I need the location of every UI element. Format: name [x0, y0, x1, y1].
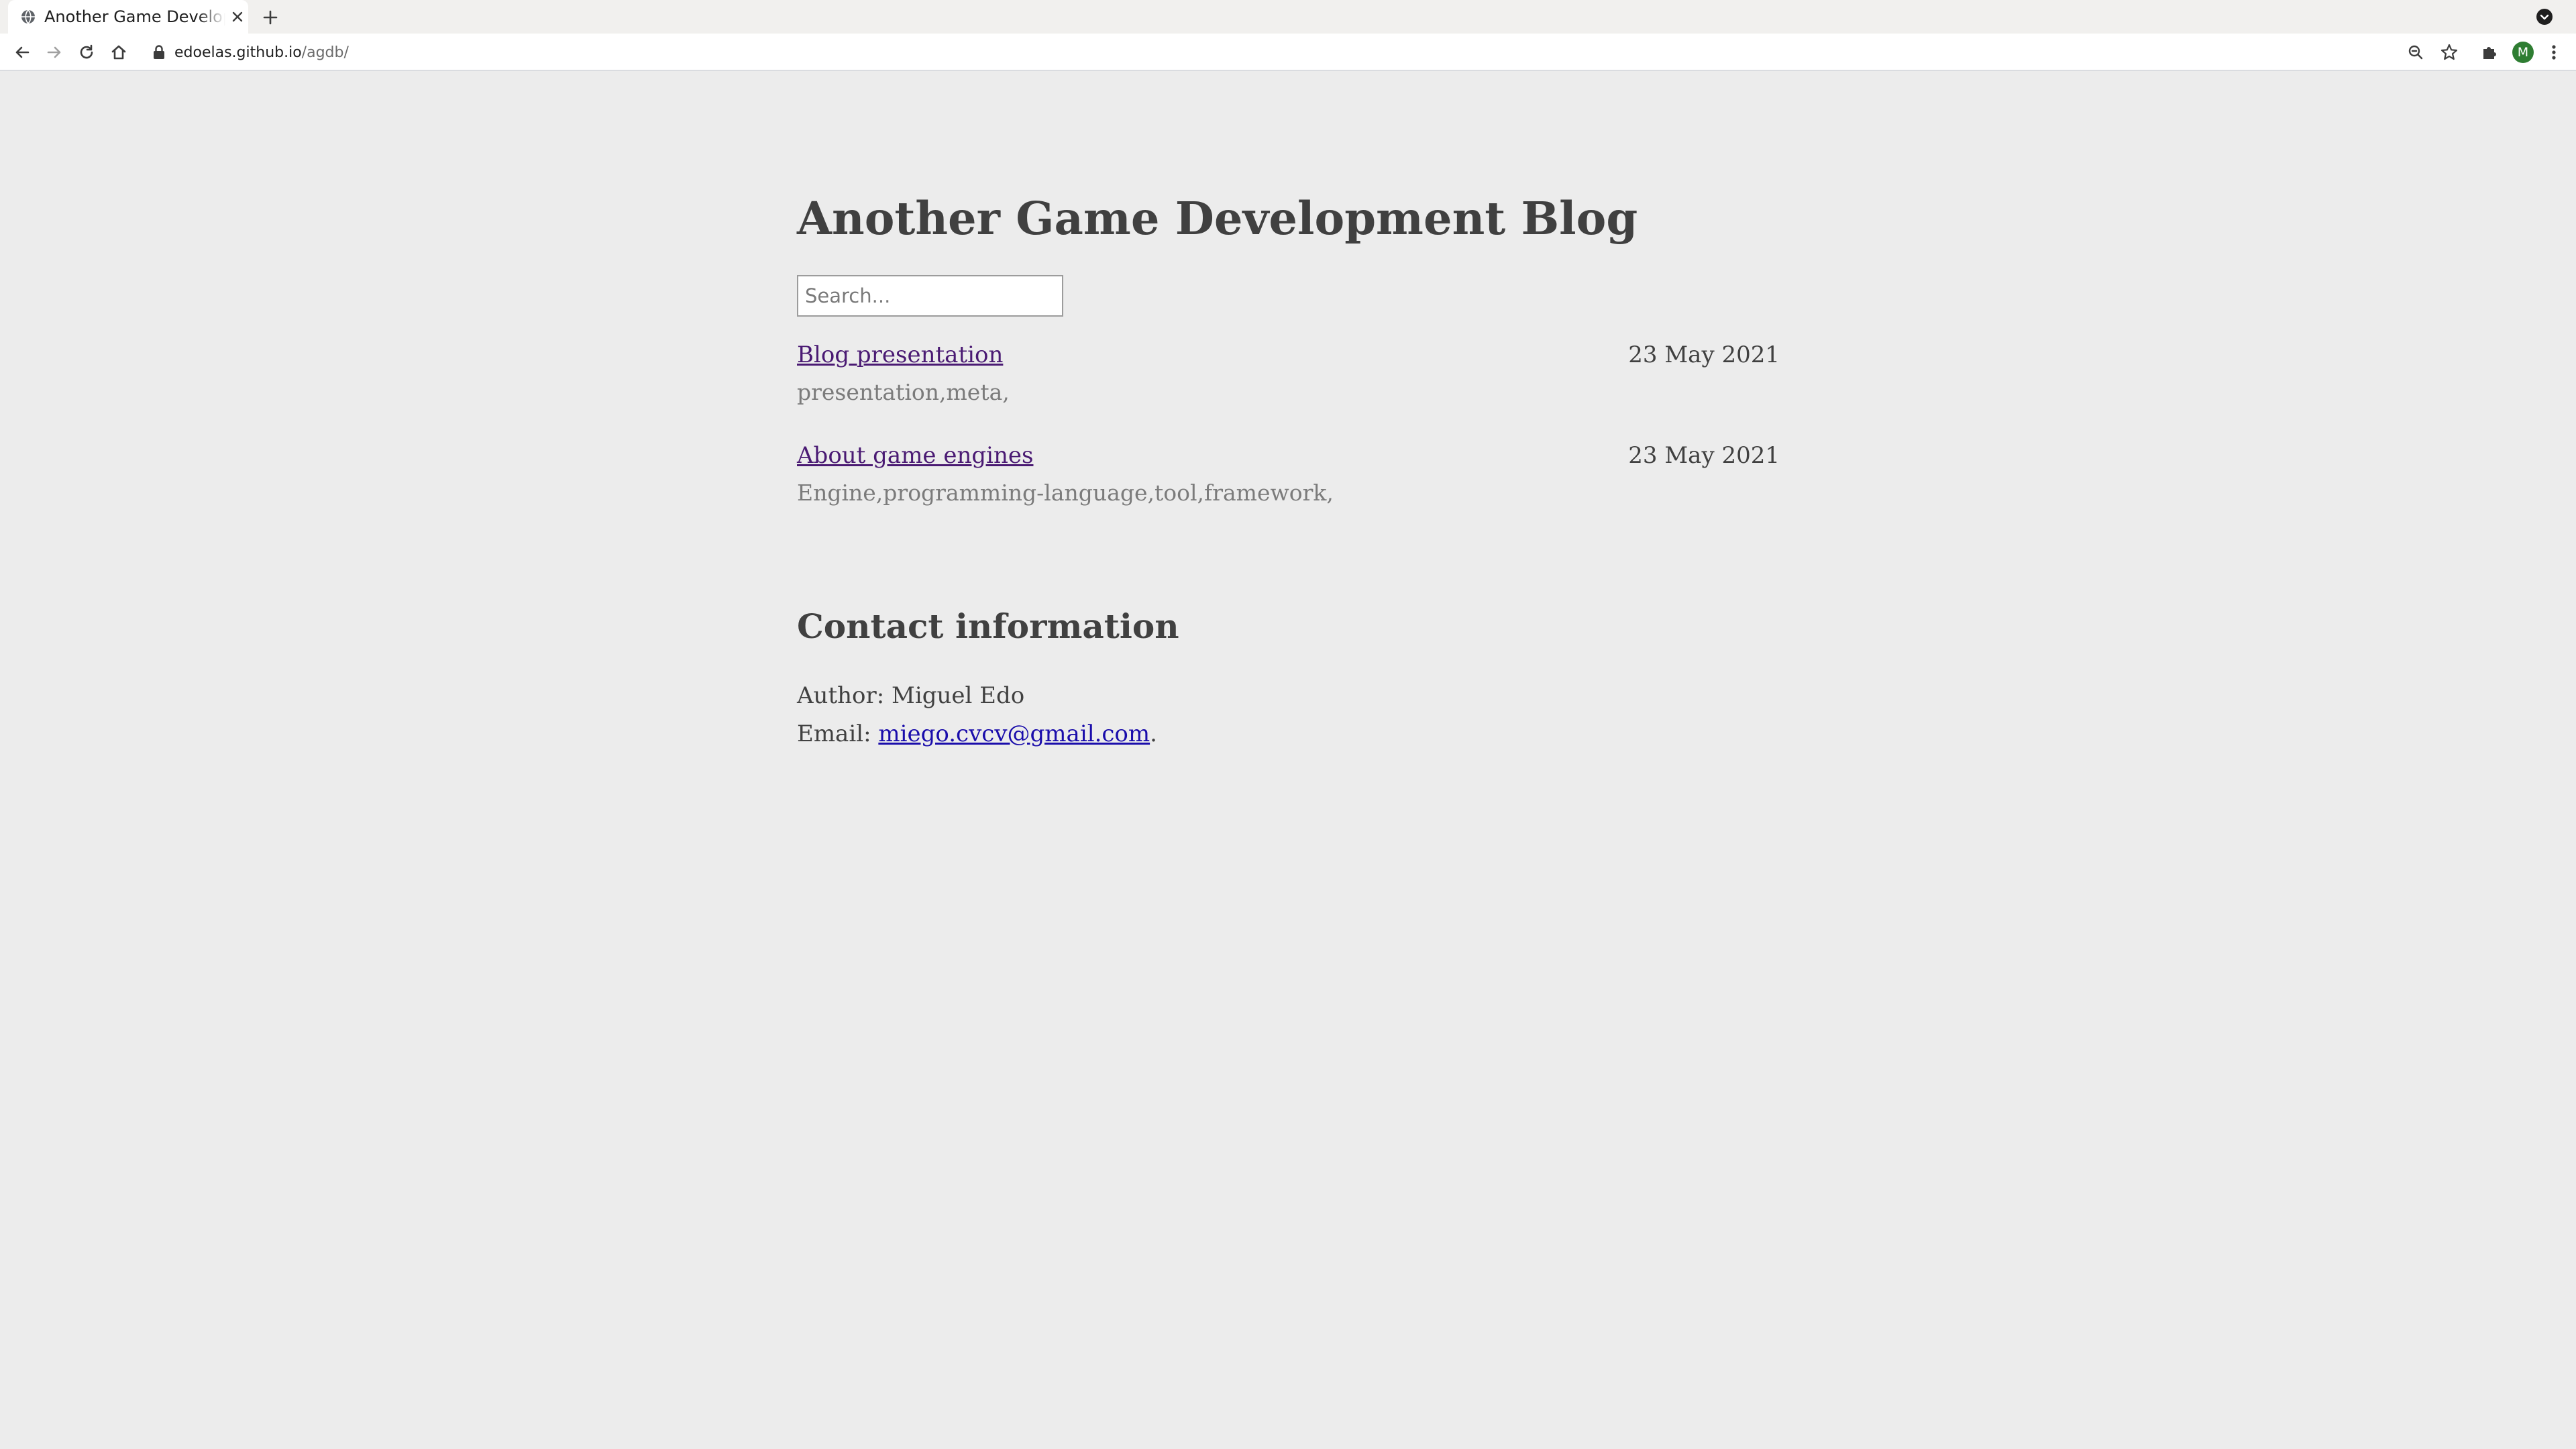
- address-bar[interactable]: [142, 37, 2410, 68]
- post-tags: Engine,programming-language,tool,framewo…: [797, 480, 1334, 506]
- home-icon[interactable]: [109, 42, 129, 62]
- author-name: Miguel Edo: [892, 682, 1025, 709]
- email-label: Email:: [797, 720, 871, 747]
- page-title: Another Game Development Blog: [797, 192, 1638, 245]
- search-input[interactable]: [797, 275, 1063, 317]
- globe-icon: [21, 9, 35, 24]
- url-path: /agdb/: [301, 44, 349, 61]
- kebab-menu-icon[interactable]: [2544, 42, 2564, 62]
- tab-title: Another Game Development Blog: [44, 7, 225, 26]
- author-line: Author: Miguel Edo: [797, 680, 1024, 711]
- email-suffix: .: [1150, 720, 1157, 747]
- post-date: 23 May 2021: [1628, 341, 1780, 368]
- profile-avatar[interactable]: M: [2512, 42, 2534, 63]
- url-host: edoelas.github.io: [174, 44, 302, 61]
- arrow-right-icon[interactable]: [44, 42, 64, 62]
- post-list-item: Blog presentation 23 May 2021 presentati…: [797, 339, 1780, 420]
- lock-icon[interactable]: [152, 44, 166, 60]
- chevron-down-circle-icon[interactable]: [2536, 8, 2553, 25]
- plus-icon[interactable]: [260, 7, 280, 28]
- post-title-link[interactable]: About game engines: [797, 440, 1033, 471]
- tab-strip: Another Game Development Blog: [0, 0, 2576, 34]
- post-title-link[interactable]: Blog presentation: [797, 339, 1003, 370]
- reload-icon[interactable]: [76, 42, 97, 62]
- url-text[interactable]: edoelas.github.io/agdb/: [174, 43, 349, 63]
- close-icon[interactable]: [229, 9, 246, 25]
- arrow-left-icon[interactable]: [12, 42, 32, 62]
- contact-heading: Contact information: [797, 606, 1179, 646]
- post-date: 23 May 2021: [1628, 442, 1780, 469]
- puzzle-icon[interactable]: [2479, 42, 2500, 62]
- email-link[interactable]: miego.cvcv@gmail.com: [878, 720, 1150, 747]
- browser-tab-active[interactable]: Another Game Development Blog: [8, 0, 248, 34]
- post-list-item: About game engines 23 May 2021 Engine,pr…: [797, 440, 1780, 521]
- post-tags: presentation,meta,: [797, 379, 1010, 405]
- email-line: Email: miego.cvcv@gmail.com.: [797, 718, 1157, 749]
- star-icon[interactable]: [2439, 42, 2459, 62]
- zoom-icon[interactable]: [2406, 42, 2426, 62]
- author-label: Author:: [797, 682, 885, 709]
